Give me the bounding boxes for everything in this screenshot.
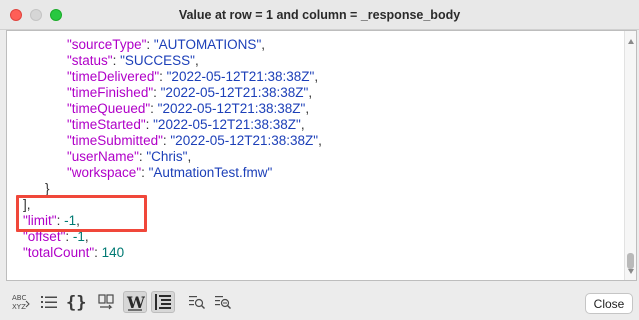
code-line: "workspace": "AutmationTest.fmw" (7, 165, 322, 181)
svg-text:ABC: ABC (12, 294, 26, 302)
json-value: "SUCCESS" (120, 53, 195, 68)
split-view-icon[interactable] (96, 291, 118, 313)
trailing-comma: , (261, 37, 265, 52)
code-line: "sourceType": "AUTOMATIONS", (7, 37, 322, 53)
code-line: "timeSubmitted": "2022-05-12T21:38:38Z", (7, 133, 322, 149)
json-value: "2022-05-12T21:38:38Z" (166, 69, 315, 84)
word-wrap-icon[interactable]: W (123, 291, 147, 313)
total-count-highlight (16, 195, 147, 232)
svg-text:{}: {} (66, 293, 86, 311)
trailing-comma: , (194, 53, 199, 68)
trailing-comma: , (305, 101, 310, 116)
bottom-toolbar: ABC XYZ {} W (0, 281, 639, 320)
trailing-comma: , (308, 85, 313, 100)
json-key: "timeQueued" (67, 101, 151, 116)
json-key: "workspace" (67, 165, 142, 180)
json-value: "AUTOMATIONS" (153, 37, 262, 52)
close-button[interactable]: Close (585, 293, 633, 314)
code-line: "userName": "Chris", (7, 149, 322, 165)
scroll-thumb[interactable] (627, 253, 634, 269)
json-key: "userName" (67, 149, 139, 164)
code-lines: "sourceType": "AUTOMATIONS", "status": "S… (7, 37, 322, 277)
svg-text:W: W (126, 293, 145, 311)
json-key: "timeDelivered" (67, 69, 160, 84)
code-line: "timeDelivered": "2022-05-12T21:38:38Z", (7, 69, 322, 85)
tree-view-icon[interactable] (151, 291, 175, 313)
code-line: } (7, 261, 322, 277)
trailing-comma: , (318, 133, 322, 148)
code-line: "timeQueued": "2022-05-12T21:38:38Z", (7, 101, 322, 117)
json-key: "timeSubmitted" (67, 133, 163, 148)
json-value: 140 (101, 245, 125, 260)
zoom-out-icon[interactable] (212, 291, 234, 313)
braces-icon[interactable]: {} (64, 291, 90, 313)
code-punctuation: } (45, 181, 50, 196)
json-value: "2022-05-12T21:38:38Z" (157, 101, 306, 116)
title-bar[interactable]: Value at row = 1 and column = _response_… (0, 0, 639, 30)
colon: : (146, 37, 154, 52)
code-line: "timeFinished": "2022-05-12T21:38:38Z", (7, 85, 322, 101)
trailing-comma: , (314, 69, 319, 84)
json-value: "2022-05-12T21:38:38Z" (160, 85, 309, 100)
colon: : (94, 245, 102, 260)
colon: : (153, 85, 161, 100)
json-editor[interactable]: "sourceType": "AUTOMATIONS", "status": "S… (6, 30, 637, 281)
json-key: "totalCount" (23, 245, 95, 260)
json-value: "2022-05-12T21:38:38Z" (170, 133, 319, 148)
dialog-window: Value at row = 1 and column = _response_… (0, 0, 639, 320)
code-line: "timeStarted": "2022-05-12T21:38:38Z", (7, 117, 322, 133)
zoom-in-icon[interactable] (186, 291, 208, 313)
json-key: "status" (67, 53, 113, 68)
json-key: "timeFinished" (67, 85, 154, 100)
json-key: "timeStarted" (67, 117, 146, 132)
scroll-up-icon[interactable] (628, 39, 634, 44)
scroll-down-icon[interactable] (628, 269, 634, 274)
list-icon[interactable] (38, 291, 60, 313)
colon: : (145, 117, 154, 132)
vertical-scrollbar[interactable] (624, 31, 636, 280)
json-value: "Chris" (146, 149, 188, 164)
code-line: "totalCount": 140 (7, 245, 322, 261)
code-line: "status": "SUCCESS", (7, 53, 322, 69)
trailing-comma: , (187, 149, 192, 164)
colon: : (141, 165, 149, 180)
json-key: "sourceType" (67, 37, 147, 52)
window-title: Value at row = 1 and column = _response_… (178, 8, 461, 22)
abc-xyz-icon[interactable]: ABC XYZ (10, 291, 32, 313)
colon: : (150, 101, 158, 116)
colon: : (159, 69, 167, 84)
svg-text:XYZ: XYZ (12, 303, 26, 311)
trailing-comma: , (300, 117, 305, 132)
json-value: "AutmationTest.fmw" (148, 165, 273, 180)
json-value: "2022-05-12T21:38:38Z" (153, 117, 301, 132)
colon: : (112, 53, 121, 68)
